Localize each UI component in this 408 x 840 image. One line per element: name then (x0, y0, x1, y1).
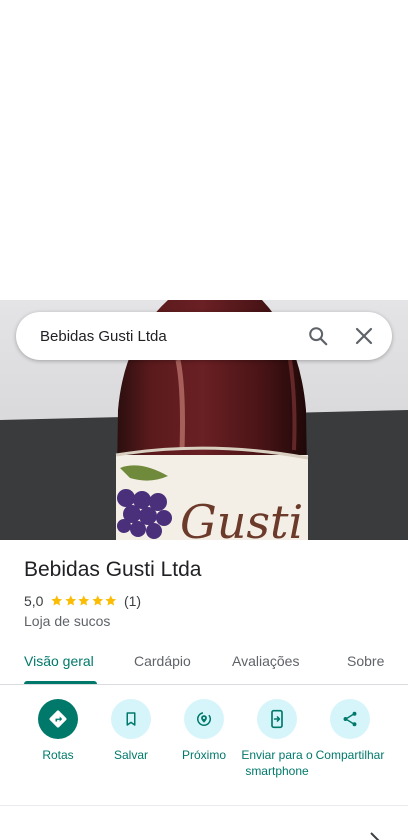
review-count[interactable]: (1) (124, 593, 141, 609)
section-divider (0, 805, 408, 806)
bookmark-icon (111, 699, 151, 739)
map-blank-area (0, 0, 408, 300)
star-icon (92, 595, 104, 606)
share-icon (330, 699, 370, 739)
star-icon (65, 595, 77, 606)
chevron-right-icon (370, 832, 380, 840)
tab-bar: Visão geral Cardápio Avaliações Sobre (0, 644, 408, 685)
action-bar: Rotas Salvar Próximo Enviar para o smart… (0, 699, 408, 799)
star-icon (78, 595, 90, 606)
search-icon[interactable] (298, 316, 338, 356)
rating-value: 5,0 (24, 593, 44, 609)
rating-row[interactable]: 5,0 (1) (24, 593, 141, 609)
tab-menu[interactable]: Cardápio (134, 653, 191, 669)
tab-reviews[interactable]: Avaliações (232, 653, 299, 669)
active-tab-indicator (24, 681, 97, 684)
tab-overview[interactable]: Visão geral (24, 653, 94, 669)
directions-icon (38, 699, 78, 739)
share-button[interactable]: Compartilhar (302, 699, 398, 763)
search-input[interactable]: Bebidas Gusti Ltda (40, 328, 298, 345)
star-icon (105, 595, 117, 606)
bottle-label-text: Gusti (180, 495, 303, 540)
share-label: Compartilhar (315, 748, 385, 762)
star-icon (51, 595, 63, 606)
close-icon[interactable] (344, 316, 384, 356)
star-rating (50, 594, 118, 608)
next-section-row[interactable] (0, 820, 408, 840)
place-category[interactable]: Loja de sucos (24, 613, 110, 629)
search-bar[interactable]: Bebidas Gusti Ltda (16, 312, 392, 360)
nearby-icon (184, 699, 224, 739)
tab-about[interactable]: Sobre (347, 653, 384, 669)
place-name: Bebidas Gusti Ltda (24, 558, 202, 581)
send-to-phone-icon (257, 699, 297, 739)
